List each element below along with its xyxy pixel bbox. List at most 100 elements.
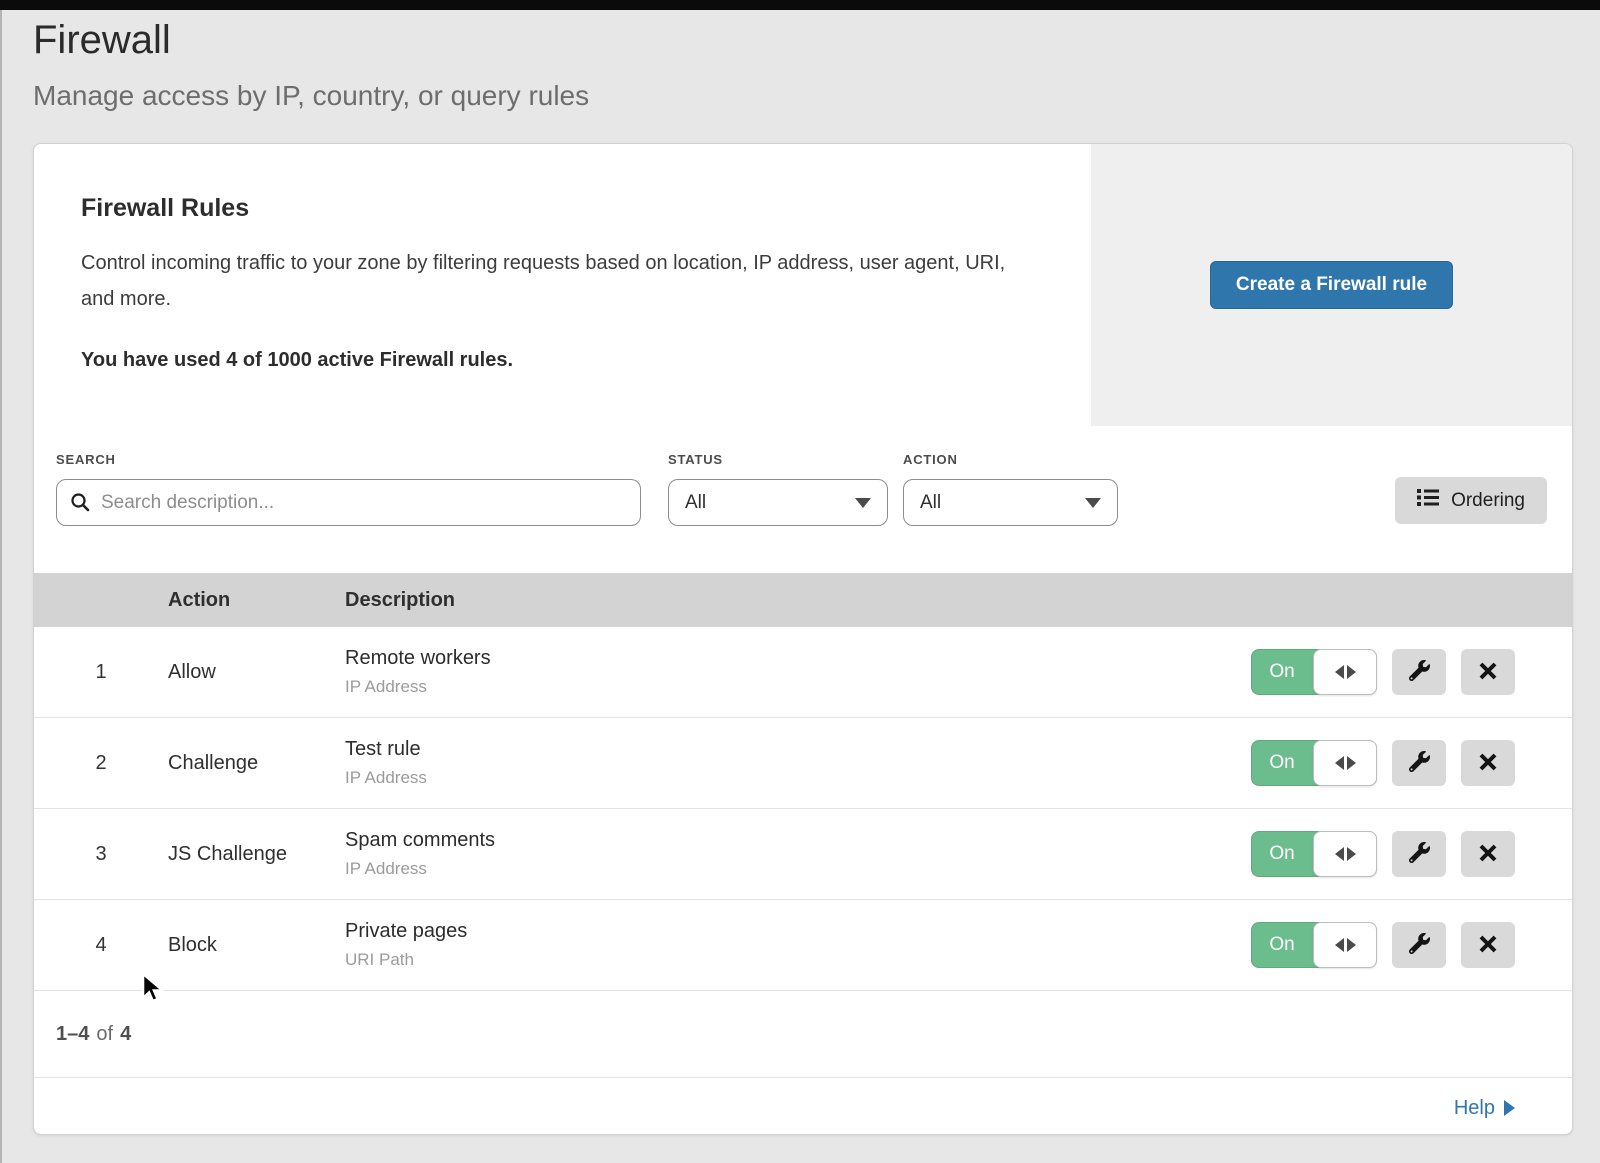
table-row: 3 JS Challenge Spam comments IP Address … bbox=[34, 809, 1572, 900]
close-icon bbox=[1478, 843, 1498, 866]
rule-toggle[interactable]: On bbox=[1251, 649, 1377, 695]
search-group: SEARCH bbox=[56, 452, 641, 573]
arrow-left-icon bbox=[1335, 665, 1344, 679]
help-link[interactable]: Help bbox=[1454, 1097, 1515, 1120]
arrow-left-icon bbox=[1335, 938, 1344, 952]
table-row: 1 Allow Remote workers IP Address On bbox=[34, 627, 1572, 718]
card-footer: Help bbox=[34, 1078, 1572, 1135]
rule-description: Remote workers bbox=[345, 647, 1222, 670]
status-group: STATUS All bbox=[668, 452, 888, 573]
pagination-of: of bbox=[89, 1023, 120, 1046]
delete-rule-button[interactable] bbox=[1461, 649, 1515, 695]
pagination-row: 1–4of4 bbox=[34, 991, 1572, 1078]
rule-match-type: IP Address bbox=[345, 768, 1222, 788]
page-title: Firewall bbox=[33, 14, 589, 66]
toggle-on-label: On bbox=[1251, 740, 1313, 786]
action-column-header: Action bbox=[168, 589, 345, 612]
close-icon bbox=[1478, 661, 1498, 684]
wrench-icon bbox=[1409, 933, 1430, 957]
delete-rule-button[interactable] bbox=[1461, 740, 1515, 786]
firewall-rules-card: Firewall Rules Control incoming traffic … bbox=[33, 143, 1573, 1135]
arrow-right-icon bbox=[1347, 756, 1356, 770]
intro-description: Control incoming traffic to your zone by… bbox=[81, 245, 1021, 317]
pagination-range: 1–4 bbox=[56, 1023, 89, 1046]
status-label: STATUS bbox=[668, 452, 888, 467]
search-input[interactable] bbox=[56, 479, 641, 526]
rule-action: Allow bbox=[168, 661, 345, 684]
intro-heading: Firewall Rules bbox=[81, 194, 1021, 223]
edit-rule-button[interactable] bbox=[1392, 649, 1446, 695]
arrow-right-icon bbox=[1504, 1100, 1515, 1116]
toggle-handle[interactable] bbox=[1313, 831, 1377, 877]
table-header: Action Description bbox=[34, 573, 1572, 627]
rule-priority: 1 bbox=[34, 661, 168, 684]
status-select[interactable]: All bbox=[668, 479, 888, 526]
close-icon bbox=[1478, 752, 1498, 775]
edit-rule-button[interactable] bbox=[1392, 922, 1446, 968]
window-left-edge bbox=[0, 10, 2, 1163]
table-row: 4 Block Private pages URI Path On bbox=[34, 900, 1572, 991]
create-firewall-rule-button[interactable]: Create a Firewall rule bbox=[1210, 261, 1453, 309]
arrow-right-icon bbox=[1347, 847, 1356, 861]
chevron-down-icon bbox=[855, 498, 871, 508]
description-column-header: Description bbox=[345, 589, 1222, 612]
page-header: Firewall Manage access by IP, country, o… bbox=[33, 10, 589, 116]
rule-action: JS Challenge bbox=[168, 843, 345, 866]
window-top-edge bbox=[0, 0, 1600, 10]
rule-description: Spam comments bbox=[345, 829, 1222, 852]
action-label: ACTION bbox=[903, 452, 1118, 467]
chevron-down-icon bbox=[1085, 498, 1101, 508]
ordering-list-icon bbox=[1417, 488, 1439, 513]
intro-text-panel: Firewall Rules Control incoming traffic … bbox=[34, 144, 1091, 426]
rule-priority: 4 bbox=[34, 934, 168, 957]
action-group: ACTION All bbox=[903, 452, 1118, 573]
status-selected-value: All bbox=[685, 492, 706, 514]
wrench-icon bbox=[1409, 842, 1430, 866]
rule-action: Block bbox=[168, 934, 345, 957]
toggle-on-label: On bbox=[1251, 831, 1313, 877]
pagination-total: 4 bbox=[120, 1023, 131, 1046]
delete-rule-button[interactable] bbox=[1461, 922, 1515, 968]
rule-priority: 3 bbox=[34, 843, 168, 866]
ordering-group: Ordering bbox=[1395, 452, 1547, 573]
rule-toggle[interactable]: On bbox=[1251, 740, 1377, 786]
arrow-left-icon bbox=[1335, 756, 1344, 770]
page-subtitle: Manage access by IP, country, or query r… bbox=[33, 76, 589, 116]
mouse-cursor bbox=[141, 973, 167, 1008]
table-row: 2 Challenge Test rule IP Address On bbox=[34, 718, 1572, 809]
intro-section: Firewall Rules Control incoming traffic … bbox=[34, 144, 1572, 426]
toggle-on-label: On bbox=[1251, 922, 1313, 968]
edit-rule-button[interactable] bbox=[1392, 831, 1446, 877]
search-icon bbox=[70, 492, 90, 517]
ordering-button[interactable]: Ordering bbox=[1395, 477, 1547, 524]
arrow-right-icon bbox=[1347, 938, 1356, 952]
rule-toggle[interactable]: On bbox=[1251, 831, 1377, 877]
rule-match-type: URI Path bbox=[345, 950, 1222, 970]
toggle-handle[interactable] bbox=[1313, 740, 1377, 786]
ordering-button-label: Ordering bbox=[1451, 490, 1525, 512]
wrench-icon bbox=[1409, 751, 1430, 775]
delete-rule-button[interactable] bbox=[1461, 831, 1515, 877]
filter-bar: SEARCH STATUS All ACTION All bbox=[34, 426, 1572, 573]
toggle-on-label: On bbox=[1251, 649, 1313, 695]
rule-priority: 2 bbox=[34, 752, 168, 775]
rules-usage-text: You have used 4 of 1000 active Firewall … bbox=[81, 349, 1021, 372]
action-select[interactable]: All bbox=[903, 479, 1118, 526]
search-label: SEARCH bbox=[56, 452, 641, 467]
arrow-left-icon bbox=[1335, 847, 1344, 861]
rule-action: Challenge bbox=[168, 752, 345, 775]
toggle-handle[interactable] bbox=[1313, 922, 1377, 968]
help-link-label: Help bbox=[1454, 1097, 1495, 1120]
toggle-handle[interactable] bbox=[1313, 649, 1377, 695]
rule-match-type: IP Address bbox=[345, 859, 1222, 879]
rule-toggle[interactable]: On bbox=[1251, 922, 1377, 968]
close-icon bbox=[1478, 934, 1498, 957]
rule-match-type: IP Address bbox=[345, 677, 1222, 697]
rule-description: Test rule bbox=[345, 738, 1222, 761]
create-rule-panel: Create a Firewall rule bbox=[1091, 144, 1572, 426]
edit-rule-button[interactable] bbox=[1392, 740, 1446, 786]
arrow-right-icon bbox=[1347, 665, 1356, 679]
wrench-icon bbox=[1409, 660, 1430, 684]
action-selected-value: All bbox=[920, 492, 941, 514]
rule-description: Private pages bbox=[345, 920, 1222, 943]
